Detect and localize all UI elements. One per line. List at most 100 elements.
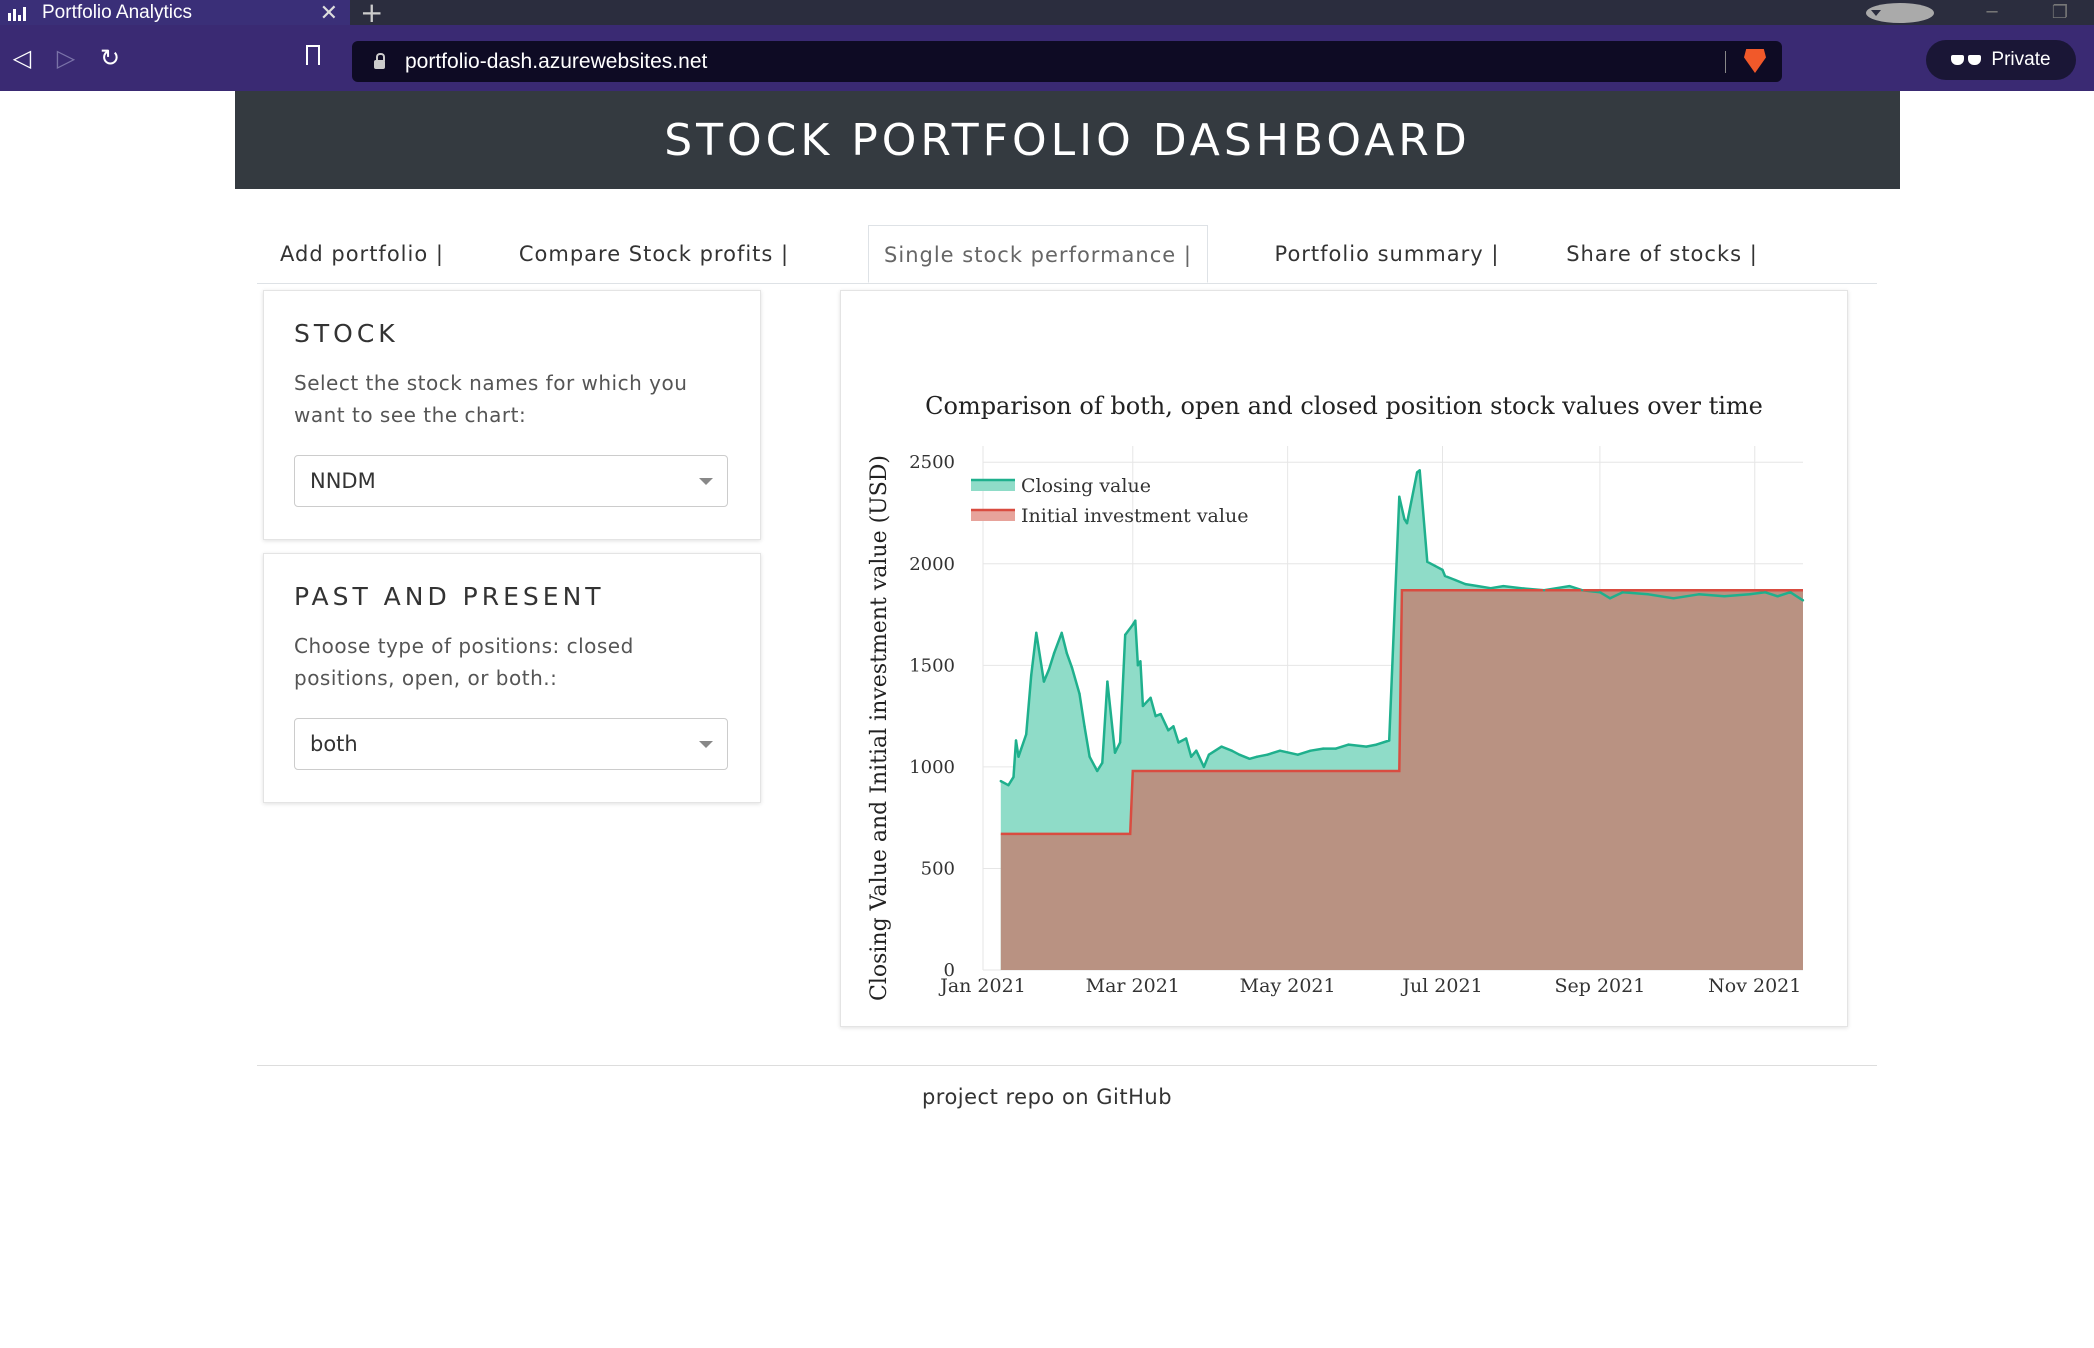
closing-value-point [1139, 660, 1142, 663]
closing-value-point [1047, 668, 1051, 671]
dashboard-tabs: Add portfolio | Compare Stock profits | … [257, 225, 1877, 284]
tab-share-of-stocks[interactable]: Share of stocks | [1562, 225, 1762, 283]
closing-value-point [1248, 757, 1251, 760]
address-bar[interactable]: portfolio-dash.azurewebsites.net [352, 41, 1782, 82]
closing-value-point [1159, 712, 1162, 716]
positions-card-title: PAST AND PRESENT [294, 582, 605, 611]
tab-add-portfolio[interactable]: Add portfolio | [257, 225, 467, 283]
closing-value-point [1697, 593, 1701, 596]
closing-value-point [1113, 751, 1117, 754]
chart-title: Comparison of both, open and closed posi… [925, 392, 1763, 420]
private-glasses-icon [1951, 55, 1982, 65]
closing-value-point [1776, 595, 1779, 598]
closing-value-point [1387, 739, 1391, 742]
closing-value-point [1024, 733, 1028, 736]
positions-dropdown-value: both [310, 732, 358, 756]
url-text[interactable]: portfolio-dash.azurewebsites.net [405, 50, 707, 74]
closing-value-point [1748, 593, 1751, 596]
stock-card-title: STOCK [294, 319, 399, 348]
tab-single-stock-performance[interactable]: Single stock performance | [868, 225, 1208, 283]
closing-value-point [1334, 747, 1338, 750]
closing-value-point [1646, 593, 1650, 596]
y-tick-label: 500 [921, 858, 955, 879]
closing-value-point [1296, 753, 1299, 756]
browser-tab[interactable]: Portfolio Analytics ✕ [0, 0, 350, 25]
positions-dropdown[interactable]: both [294, 718, 728, 770]
closing-value-point [1096, 769, 1099, 773]
back-icon[interactable]: ◁ [0, 44, 44, 72]
closing-value-point [1309, 749, 1312, 752]
closing-value-point [1149, 696, 1152, 700]
reload-icon[interactable]: ↻ [88, 44, 132, 72]
closing-value-point [1464, 582, 1467, 586]
closing-value-point [1598, 591, 1602, 594]
closing-value-point [1789, 591, 1792, 594]
closing-value-point [1230, 749, 1233, 752]
closing-value-point [1118, 741, 1122, 744]
private-window-badge[interactable]: Private [1926, 40, 2076, 80]
closing-value-point [1154, 714, 1157, 718]
closing-value-point [1580, 589, 1584, 592]
legend-label-closing: Closing value [1021, 475, 1151, 497]
closing-value-point [1207, 753, 1211, 756]
closing-value-point [1177, 741, 1180, 744]
closing-value-point [1441, 568, 1444, 572]
lock-icon [374, 53, 385, 69]
browser-toolbar: ◁ ▷ ↻ portfolio-dash.azurewebsites.net P… [0, 25, 2094, 91]
closing-value-point [1255, 755, 1259, 758]
dashboard-header: STOCK PORTFOLIO DASHBOARD [235, 91, 1900, 189]
legend-label-initial: Initial investment value [1021, 505, 1248, 527]
closing-value-point [1078, 692, 1081, 695]
closing-value-point [1014, 739, 1018, 742]
closing-value-point [1083, 725, 1086, 728]
closing-value-point [1088, 755, 1091, 758]
minimize-icon[interactable]: ─ [1958, 2, 2026, 23]
closing-value-point [1106, 680, 1109, 683]
closing-value-point [1453, 578, 1457, 582]
y-tick-label: 2500 [909, 452, 955, 473]
closing-value-point [1405, 521, 1409, 525]
closing-value-point [1426, 560, 1429, 563]
stock-chart[interactable]: 05001000150020002500Jan 2021 Mar 2021 May … [841, 291, 1847, 1026]
closing-value-point [1621, 591, 1624, 594]
closing-value-point [1347, 743, 1350, 746]
closing-value-point [1220, 745, 1223, 748]
new-tab-icon[interactable]: + [360, 0, 383, 27]
closing-value-point [1123, 633, 1127, 637]
profile-dropdown-icon[interactable] [1866, 2, 1934, 23]
closing-value-point [1030, 674, 1033, 677]
closing-value-point [1672, 597, 1675, 600]
closing-value-point [1476, 584, 1480, 588]
closing-value-point [1136, 664, 1140, 667]
browser-tab-title: Portfolio Analytics [42, 1, 192, 23]
tab-compare-stock-profits[interactable]: Compare Stock profits | [514, 225, 794, 283]
y-tick-label: 1000 [909, 757, 955, 778]
bookmark-icon[interactable] [306, 45, 320, 71]
stock-card-description: Select the stock names for which you wan… [294, 371, 688, 427]
closing-value-point [1433, 564, 1437, 568]
github-repo-link[interactable]: project repo on GitHub [922, 1085, 1172, 1109]
closing-value-point [1052, 651, 1056, 655]
closing-value-point [1418, 469, 1421, 472]
y-tick-label: 1500 [909, 655, 955, 676]
closing-value-point [1403, 517, 1406, 521]
brave-shield-icon[interactable] [1744, 49, 1766, 73]
restore-icon[interactable]: ❐ [2026, 2, 2094, 23]
closing-value-point [1060, 631, 1063, 635]
closing-value-point [1189, 755, 1193, 758]
stock-dropdown[interactable]: NNDM [294, 455, 728, 507]
close-tab-icon[interactable]: ✕ [320, 0, 338, 25]
closing-value-point [1568, 584, 1571, 588]
closing-value-point [1375, 743, 1378, 746]
forward-icon[interactable]: ▷ [44, 44, 88, 72]
closing-value-point [1134, 619, 1137, 622]
y-axis-label: Closing Value and Initial investment val… [867, 455, 892, 1001]
x-tick-label: May 2021 [1240, 975, 1336, 997]
closing-value-point [1502, 584, 1505, 588]
tab-portfolio-summary[interactable]: Portfolio summary | [1262, 225, 1512, 283]
closing-value-point [1763, 591, 1767, 594]
closing-value-point [1007, 783, 1010, 787]
chevron-down-icon [699, 478, 713, 485]
legend-swatch-closing [971, 480, 1015, 491]
closing-value-point [1443, 574, 1447, 578]
